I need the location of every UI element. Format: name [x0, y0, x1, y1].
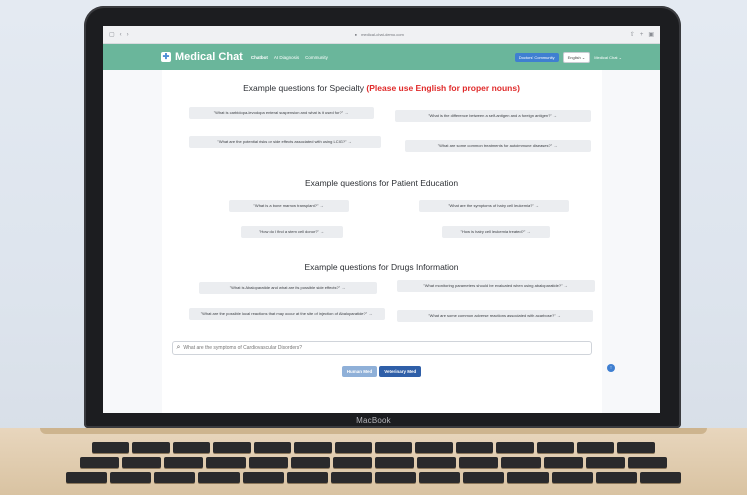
- share-icon[interactable]: ⇧: [630, 32, 635, 38]
- key: [577, 442, 615, 453]
- lock-icon: ●: [354, 32, 358, 37]
- user-menu[interactable]: Medical Chat ⌄: [594, 55, 622, 60]
- key: [507, 472, 549, 483]
- key: [536, 442, 575, 453]
- human-med-button[interactable]: Human Med: [341, 366, 378, 377]
- key: [242, 472, 284, 483]
- key: [92, 442, 130, 453]
- key: [639, 472, 681, 483]
- laptop-hinge: [40, 428, 707, 434]
- key: [330, 472, 372, 483]
- key: [501, 457, 541, 468]
- key: [122, 457, 162, 468]
- key: [617, 442, 655, 453]
- proper-noun-warning: (Please use English for proper nouns): [366, 83, 520, 93]
- browser-toolbar: ▢ ‹ › ● medical-chat-demo.com ⇧ + ▣: [103, 26, 660, 44]
- key: [80, 457, 120, 468]
- example-question[interactable]: "What are some common treatments for aut…: [404, 140, 591, 152]
- tabs-icon[interactable]: ▣: [648, 32, 654, 38]
- specialty-title-text: Example questions for Specialty: [243, 83, 367, 93]
- back-icon[interactable]: ‹: [120, 32, 122, 38]
- key: [294, 442, 332, 453]
- example-question[interactable]: "What is Abaloparatide and what are its …: [198, 282, 377, 294]
- mode-toggle: Human Med Veterinary Med: [162, 366, 602, 377]
- key: [172, 442, 211, 453]
- key: [374, 457, 415, 468]
- key: [463, 472, 505, 483]
- example-question[interactable]: "How do I find a stem cell donor?" →: [240, 226, 343, 238]
- key: [415, 442, 453, 453]
- patient-education-title: Example questions for Patient Education: [304, 178, 459, 188]
- nav-ai-diagnosis[interactable]: AI Diagnosis: [274, 55, 299, 60]
- key: [459, 457, 499, 468]
- example-question[interactable]: "What is carbidopa-levodopa enteral susp…: [188, 107, 374, 119]
- keyboard-row: [80, 457, 667, 468]
- example-question[interactable]: "What are the potential risks or side ef…: [188, 136, 381, 148]
- key: [496, 442, 534, 453]
- example-question[interactable]: "What are some common adverse reactions …: [396, 310, 593, 322]
- key: [290, 457, 330, 468]
- key: [585, 457, 625, 468]
- example-question[interactable]: "How is hairy cell leukemia treated?" →: [441, 226, 550, 238]
- example-question[interactable]: "What are the symptoms of hairy cell leu…: [418, 200, 569, 212]
- chat-input-bar: ⌕: [171, 341, 592, 355]
- url-text: medical-chat-demo.com: [361, 32, 404, 37]
- key: [334, 442, 372, 453]
- key: [213, 442, 251, 453]
- key: [110, 472, 152, 483]
- nav-chatbot[interactable]: Chatbot: [251, 55, 268, 60]
- specialty-section-title: Example questions for Specialty (Please …: [162, 83, 602, 93]
- send-button[interactable]: ↑: [607, 364, 615, 372]
- key: [154, 472, 196, 483]
- keyboard-row: [66, 472, 681, 483]
- key: [627, 457, 667, 468]
- key: [417, 457, 457, 468]
- keyboard-row: [92, 442, 655, 453]
- address-bar[interactable]: ● medical-chat-demo.com: [174, 29, 585, 40]
- forward-icon[interactable]: ›: [127, 32, 129, 38]
- key: [248, 457, 288, 468]
- search-icon: ⌕: [176, 344, 181, 351]
- key: [374, 472, 417, 483]
- nav-community[interactable]: Community: [305, 55, 328, 60]
- app-title[interactable]: Medical Chat: [175, 51, 243, 63]
- key: [198, 472, 240, 483]
- example-question[interactable]: "What is the difference between a self-a…: [394, 110, 591, 122]
- key: [286, 472, 328, 483]
- key: [132, 442, 170, 453]
- language-select[interactable]: English ⌄: [562, 51, 591, 63]
- veterinary-med-button[interactable]: Veterinary Med: [379, 366, 422, 377]
- device-label: MacBook: [356, 416, 391, 425]
- key: [332, 457, 372, 468]
- laptop-screen: ▢ ‹ › ● medical-chat-demo.com ⇧ + ▣ ✚ Me…: [103, 26, 660, 413]
- chat-input[interactable]: [183, 345, 587, 351]
- plus-icon[interactable]: +: [640, 32, 644, 38]
- example-question[interactable]: "What are the possible local reactions t…: [188, 308, 385, 320]
- key: [595, 472, 637, 483]
- community-button[interactable]: Doctors' Community: [514, 52, 559, 62]
- key: [551, 472, 593, 483]
- example-question[interactable]: "What is a bone marrow transplant?" →: [228, 200, 349, 212]
- key: [66, 472, 108, 483]
- key: [374, 442, 413, 453]
- medical-cross-icon: ✚: [161, 52, 171, 62]
- sidebar-icon[interactable]: ▢: [109, 32, 115, 38]
- key: [164, 457, 204, 468]
- key: [455, 442, 494, 453]
- app-header: ✚ Medical Chat Chatbot AI Diagnosis Comm…: [103, 44, 660, 70]
- example-question[interactable]: "What monitoring parameters should be ev…: [396, 280, 595, 292]
- main-nav: Chatbot AI Diagnosis Community: [251, 55, 328, 60]
- main-content: Example questions for Specialty (Please …: [161, 70, 602, 413]
- key: [206, 457, 246, 468]
- key: [253, 442, 292, 453]
- key: [419, 472, 461, 483]
- drugs-information-title: Example questions for Drugs Information: [304, 262, 459, 272]
- key: [543, 457, 583, 468]
